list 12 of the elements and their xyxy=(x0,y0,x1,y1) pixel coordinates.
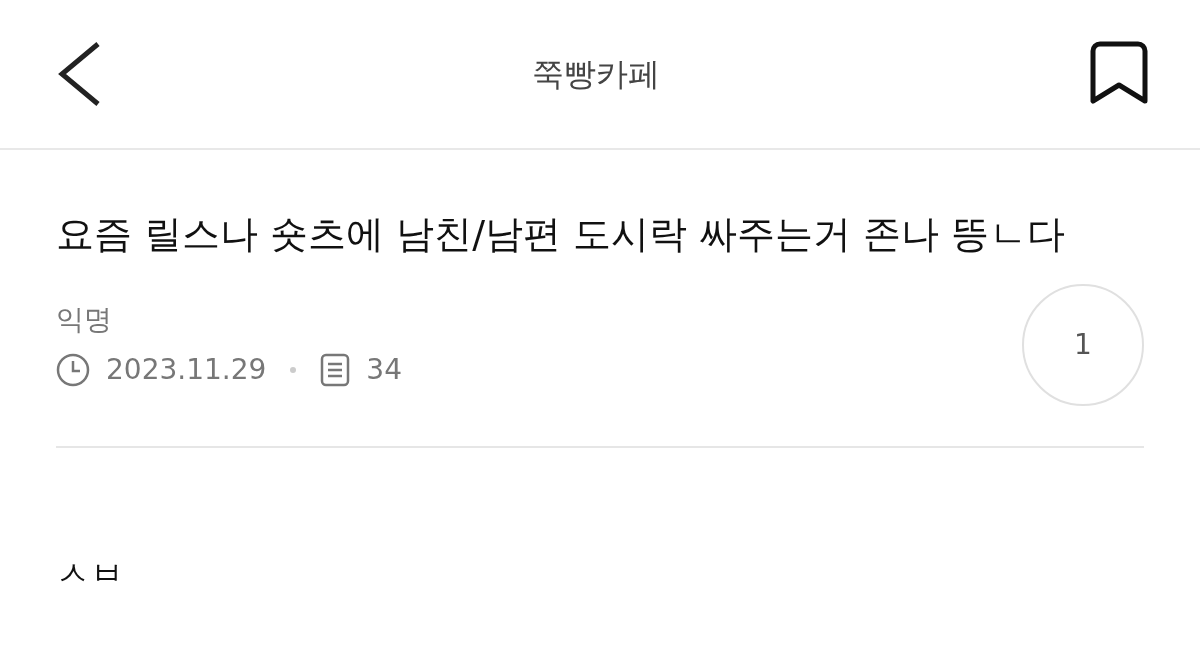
post-body: ㅅㅂ xyxy=(56,551,125,595)
view-count: 34 xyxy=(366,351,402,388)
document-icon xyxy=(320,352,351,387)
post-title: 요즘 릴스나 숏츠에 남친/남편 도시락 싸주는거 존나 뜽ㄴ다 xyxy=(56,212,1067,258)
back-icon[interactable] xyxy=(56,41,102,107)
like-button[interactable]: 1 xyxy=(1022,283,1144,406)
author-name: 익명 xyxy=(56,301,113,338)
cafe-title: 쭉빵카페 xyxy=(532,54,660,95)
post-date: 2023.11.29 xyxy=(106,351,267,388)
bookmark-icon[interactable] xyxy=(1090,41,1148,107)
clock-icon xyxy=(56,352,90,387)
separator-dot xyxy=(290,366,297,373)
